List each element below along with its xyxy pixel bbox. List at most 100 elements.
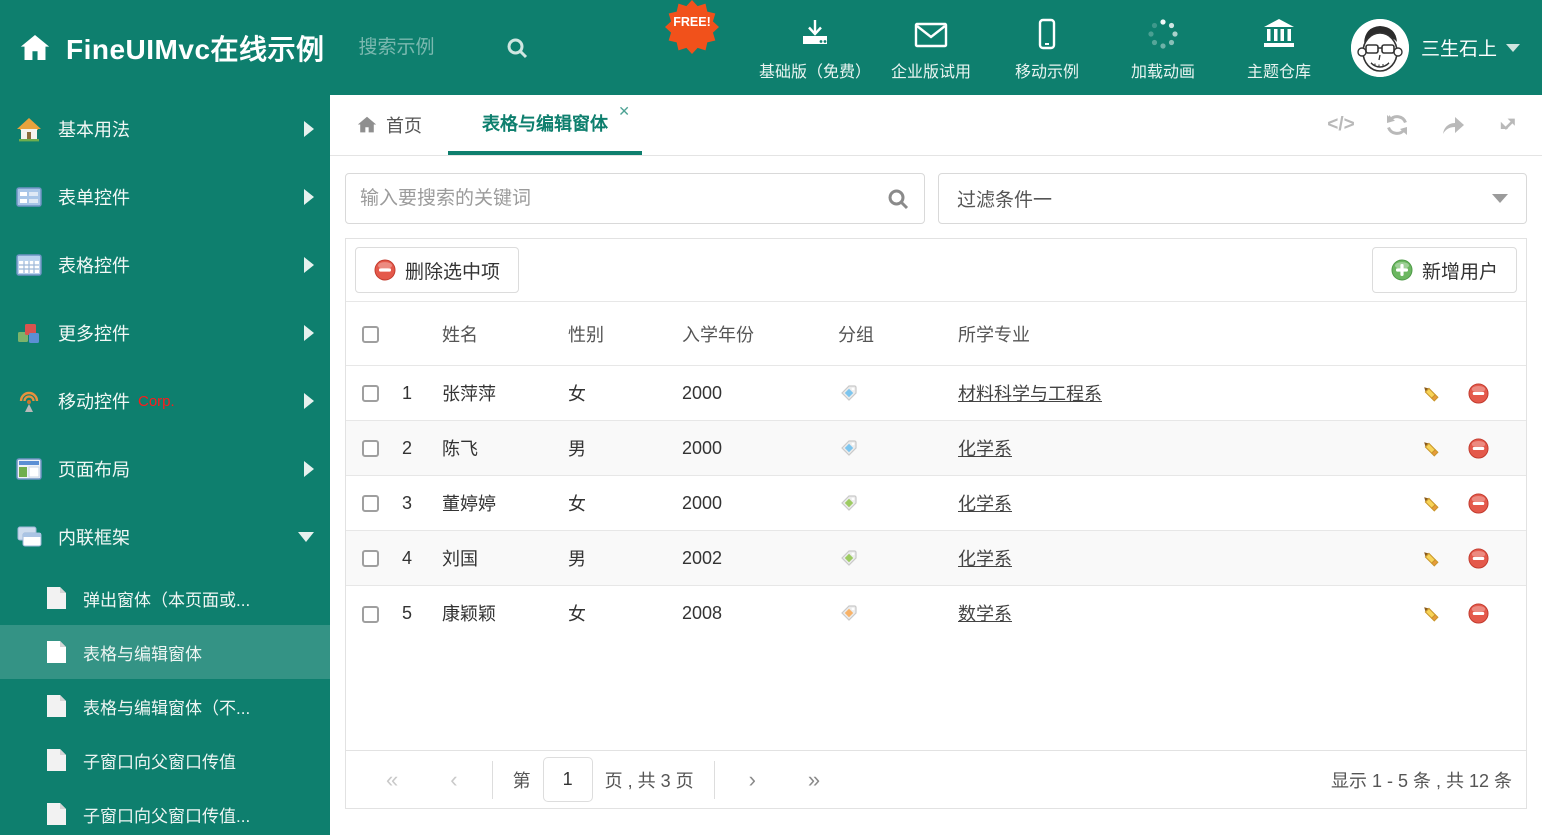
row-checkbox[interactable] xyxy=(362,385,379,403)
first-page-button[interactable]: « xyxy=(360,767,424,793)
nav-mobile-label: 移动示例 xyxy=(1014,63,1079,81)
delete-icon[interactable] xyxy=(1468,603,1489,624)
refresh-icon[interactable] xyxy=(1384,112,1410,138)
file-icon xyxy=(47,587,66,609)
user-name: 三生石上 xyxy=(1420,39,1497,60)
delete-icon[interactable] xyxy=(1468,548,1489,569)
cell-year: 2000 xyxy=(682,475,838,531)
header-search-input[interactable] xyxy=(358,36,499,59)
tag-icon xyxy=(841,495,857,511)
last-page-button[interactable]: » xyxy=(782,767,846,793)
sidebar-item-page-layout[interactable]: 页面布局 xyxy=(0,435,330,503)
major-link[interactable]: 化学系 xyxy=(958,549,1012,569)
filter-dropdown-value: 过滤条件一 xyxy=(957,190,1053,211)
page-number-input[interactable] xyxy=(542,757,593,802)
delete-icon[interactable] xyxy=(1468,493,1489,514)
sidebar-subitem-grid-edit-window[interactable]: 表格与编辑窗体 xyxy=(0,625,330,679)
nav-mobile-demo[interactable]: 移动示例 xyxy=(989,0,1105,95)
user-menu[interactable]: 三生石上 xyxy=(1350,18,1520,77)
sidebar-subitem-child-to-parent[interactable]: 子窗口向父窗口传值 xyxy=(0,733,330,787)
search-icon[interactable] xyxy=(505,36,529,60)
search-icon[interactable] xyxy=(886,187,910,211)
table-row: 1 张萍萍 女 2000 材料科学与工程系 xyxy=(346,365,1526,421)
row-checkbox[interactable] xyxy=(362,605,379,623)
keyword-search-input[interactable] xyxy=(360,187,886,210)
sidebar-subitem-grid-edit-window-2[interactable]: 表格与编辑窗体（不... xyxy=(0,679,330,733)
filter-row: 过滤条件一 xyxy=(330,156,1542,224)
edit-pencil-icon[interactable] xyxy=(1420,603,1441,624)
major-link[interactable]: 数学系 xyxy=(958,604,1012,624)
prev-page-button[interactable]: ‹ xyxy=(424,767,483,793)
row-checkbox[interactable] xyxy=(362,550,379,568)
sidebar-item-form-controls[interactable]: 表单控件 xyxy=(0,163,330,231)
cell-gender: 女 xyxy=(568,475,682,531)
nav-loading-animation[interactable]: 加载动画 xyxy=(1105,0,1221,95)
nav-enterprise-label: 企业版试用 xyxy=(890,63,971,81)
major-link[interactable]: 化学系 xyxy=(958,439,1012,459)
add-user-button[interactable]: 新增用户 xyxy=(1371,247,1517,293)
cubes-icon xyxy=(18,324,39,343)
sidebar-subitem-label: 子窗口向父窗口传值... xyxy=(83,806,251,826)
page-suffix-label: 页 , 共 3 页 xyxy=(604,770,694,791)
column-header-name: 姓名 xyxy=(442,301,568,366)
major-link[interactable]: 材料科学与工程系 xyxy=(958,384,1102,404)
delete-icon[interactable] xyxy=(1468,438,1489,459)
file-icon xyxy=(47,695,66,717)
table-row: 2 陈飞 男 2000 化学系 xyxy=(346,420,1526,476)
chevron-right-icon xyxy=(304,257,314,273)
cell-gender: 男 xyxy=(568,420,682,476)
svg-text:FREE!: FREE! xyxy=(673,15,711,29)
row-checkbox[interactable] xyxy=(362,440,379,458)
share-icon[interactable] xyxy=(1440,112,1466,138)
edit-pencil-icon[interactable] xyxy=(1420,438,1441,459)
nav-theme-repo[interactable]: 主题仓库 xyxy=(1221,0,1337,95)
cell-gender: 女 xyxy=(568,365,682,421)
close-icon[interactable]: ✕ xyxy=(618,104,630,118)
nav-enterprise-trial[interactable]: 企业版试用 xyxy=(873,0,989,95)
nav-loading-label: 加载动画 xyxy=(1130,63,1195,81)
sidebar-item-grid-controls[interactable]: 表格控件 xyxy=(0,231,330,299)
chevron-down-icon xyxy=(1492,194,1508,203)
tab-grid-edit-window[interactable]: 表格与编辑窗体 ✕ xyxy=(448,95,642,155)
edit-pencil-icon[interactable] xyxy=(1420,548,1441,569)
cell-name: 刘国 xyxy=(442,530,568,586)
sidebar-item-iframe[interactable]: 内联框架 xyxy=(0,503,330,571)
nav-basic-download[interactable]: 基础版（免费） xyxy=(757,0,873,95)
edit-pencil-icon[interactable] xyxy=(1420,383,1441,404)
edit-pencil-icon[interactable] xyxy=(1420,493,1441,514)
layout-icon xyxy=(16,458,42,480)
users-table: 姓名 性别 入学年份 分组 所学专业 1 张萍萍 女 2000 材料科学与工程系… xyxy=(346,301,1526,641)
nav-theme-label: 主题仓库 xyxy=(1246,63,1311,81)
chevron-right-icon xyxy=(304,461,314,477)
sidebar-subitem-popup-window[interactable]: 弹出窗体（本页面或... xyxy=(0,571,330,625)
expand-icon[interactable] xyxy=(1496,112,1522,138)
sidebar-subitem-child-to-parent-2[interactable]: 子窗口向父窗口传值... xyxy=(0,787,330,835)
cell-year: 2000 xyxy=(682,420,838,476)
next-page-button[interactable]: › xyxy=(723,767,782,793)
logo[interactable]: FineUIMvc在线示例 xyxy=(18,28,325,68)
cell-year: 2000 xyxy=(682,365,838,421)
filter-dropdown[interactable]: 过滤条件一 xyxy=(938,173,1527,224)
tag-icon xyxy=(841,605,857,622)
delete-icon[interactable] xyxy=(1468,383,1489,404)
sidebar-item-label: 更多控件 xyxy=(58,324,130,344)
delete-selected-button[interactable]: 删除选中项 xyxy=(355,247,520,293)
select-all-checkbox[interactable] xyxy=(362,325,379,343)
row-checkbox[interactable] xyxy=(362,495,379,513)
row-number: 3 xyxy=(402,475,442,531)
column-header-group: 分组 xyxy=(838,301,958,366)
tab-home-label: 首页 xyxy=(386,116,422,136)
chevron-right-icon xyxy=(304,393,314,409)
grid-toolbar: 删除选中项 新增用户 xyxy=(346,239,1526,301)
major-link[interactable]: 化学系 xyxy=(958,494,1012,514)
sidebar-item-basic-usage[interactable]: 基本用法 xyxy=(0,95,330,163)
tab-home[interactable]: 首页 xyxy=(330,95,448,155)
download-icon xyxy=(798,14,832,50)
code-icon[interactable]: </> xyxy=(1327,112,1354,138)
chevron-down-icon xyxy=(1506,43,1520,52)
sidebar-item-more-controls[interactable]: 更多控件 xyxy=(0,299,330,367)
sidebar-item-mobile-controls[interactable]: 移动控件 Corp. xyxy=(0,367,330,435)
sidebar-subitem-label: 表格与编辑窗体（不... xyxy=(83,698,251,718)
corp-badge: Corp. xyxy=(138,392,175,410)
app-title: FineUIMvc在线示例 xyxy=(66,33,325,65)
